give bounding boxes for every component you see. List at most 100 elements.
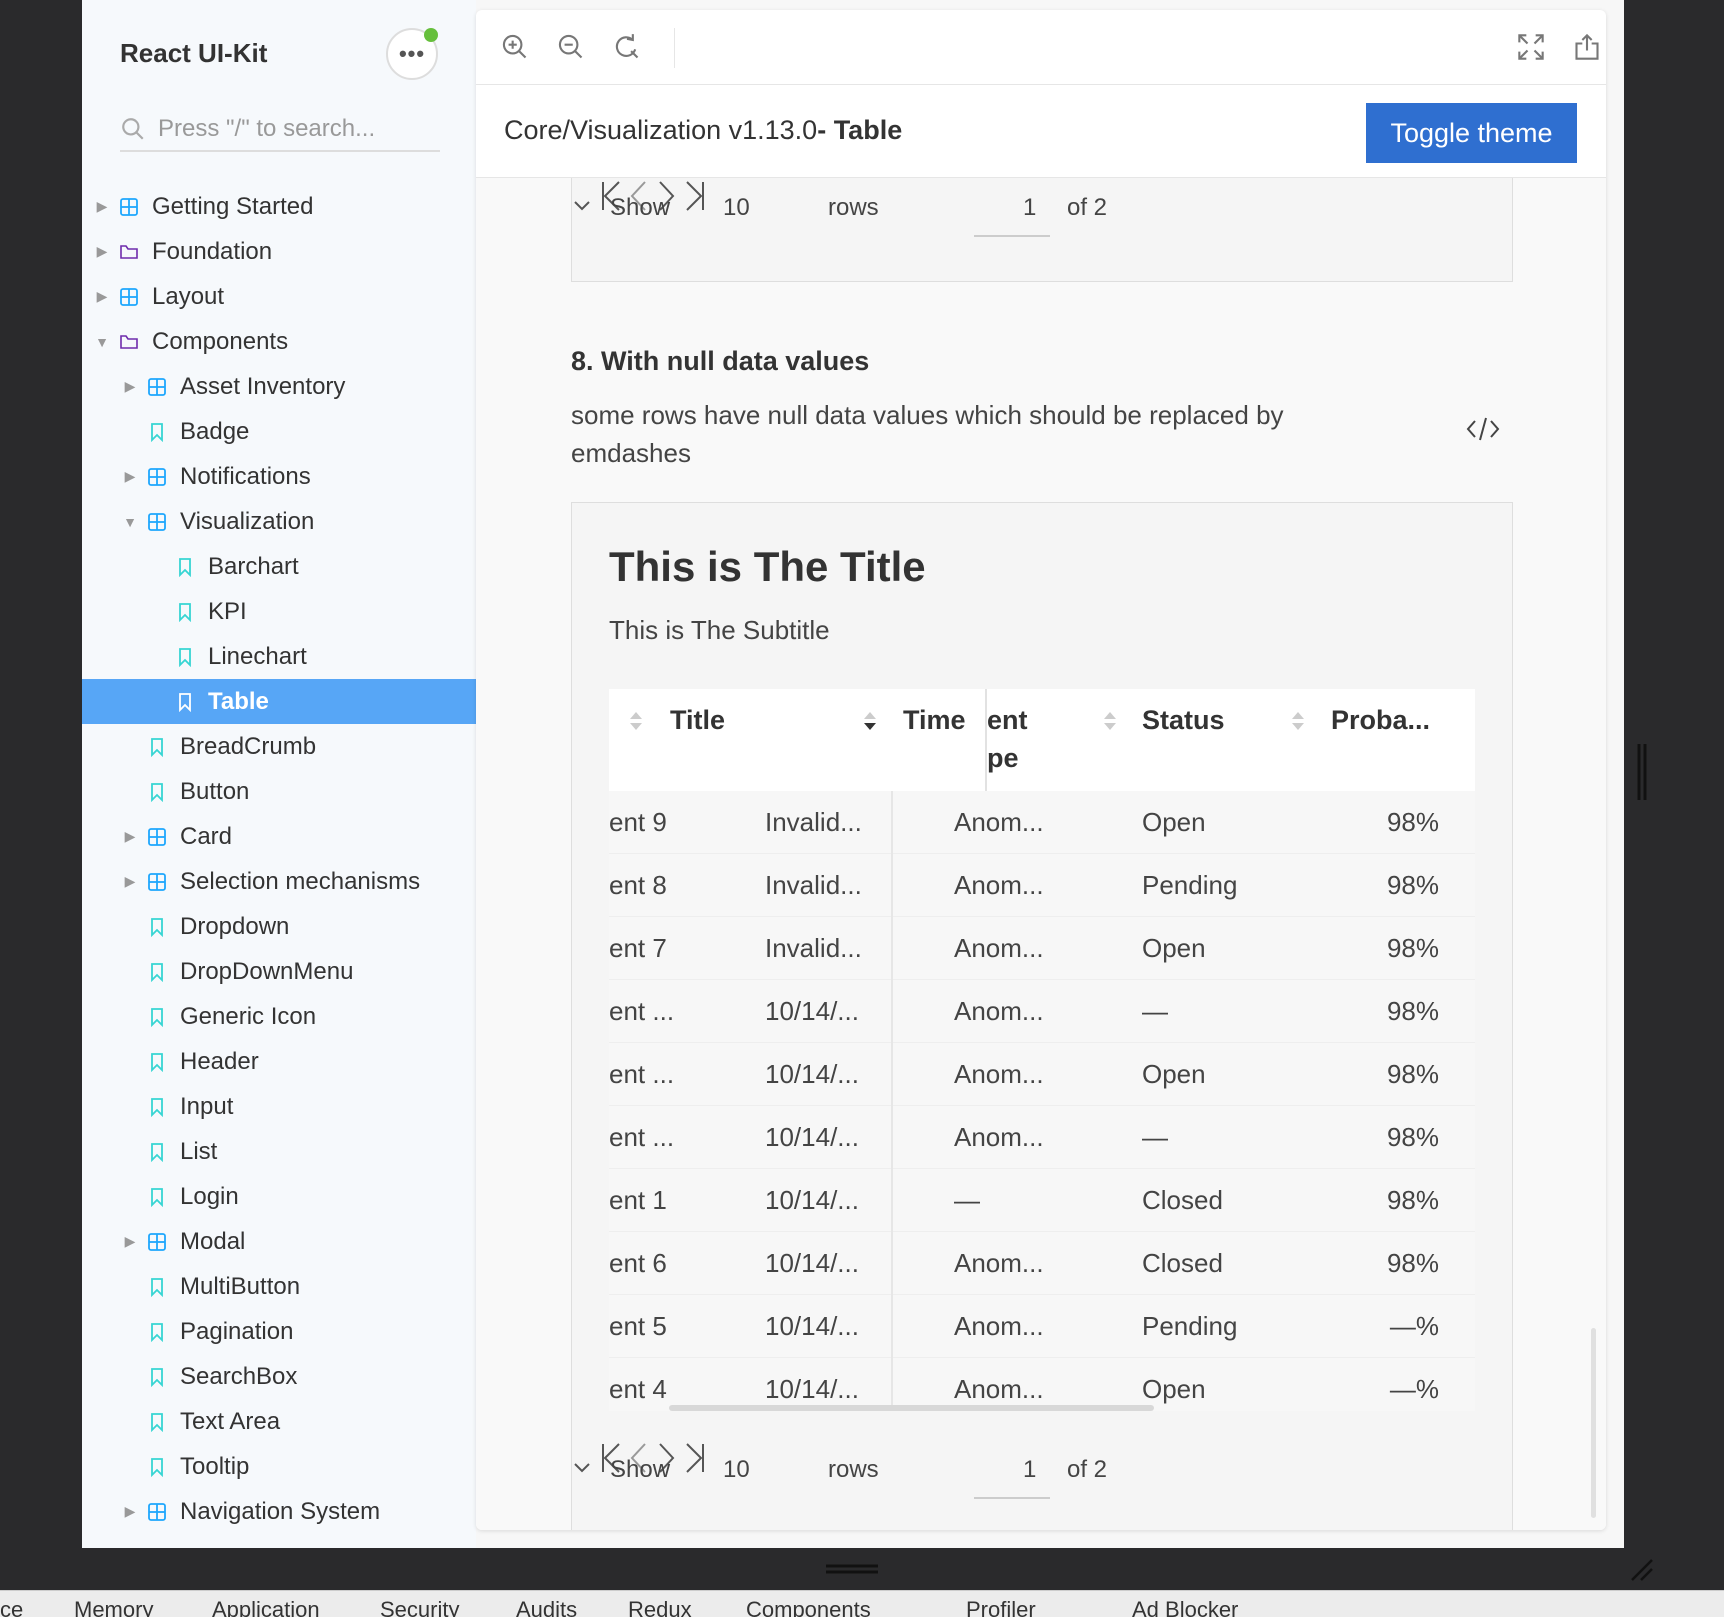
table-row[interactable]: ent 7 Invalid... Anom... Open 98% <box>609 917 1475 980</box>
sidebar-item-notifications[interactable]: ▶ Notifications <box>82 454 476 499</box>
zoom-in-icon[interactable] <box>500 32 530 62</box>
sidebar-item-navigation-system[interactable]: ▶ Navigation System <box>82 1489 476 1534</box>
sidebar-item-button[interactable]: Button <box>82 769 476 814</box>
sort-icon[interactable] <box>1291 709 1305 733</box>
sidebar-item-kpi[interactable]: KPI <box>82 589 476 634</box>
section-description: some rows have null data values which sh… <box>571 400 1284 468</box>
devtools-tab-audits[interactable]: Audits <box>516 1597 577 1617</box>
sidebar-item-multibutton[interactable]: MultiButton <box>82 1264 476 1309</box>
sidebar-item-components[interactable]: ▼ Components <box>82 319 476 364</box>
last-page-icon[interactable] <box>683 1441 707 1475</box>
search-box[interactable] <box>120 108 440 152</box>
sidebar-item-getting-started[interactable]: ▶ Getting Started <box>82 184 476 229</box>
devtools-tab-components[interactable]: Components <box>746 1597 871 1617</box>
zoom-out-icon[interactable] <box>556 32 586 62</box>
sort-icon[interactable] <box>1103 709 1117 733</box>
bookmark-icon <box>146 1321 168 1343</box>
caret-right-icon[interactable]: ▶ <box>122 1233 138 1250</box>
devtools-tab-profiler[interactable]: Profiler <box>966 1597 1036 1617</box>
column-header-probability[interactable]: Proba... <box>1331 705 1430 736</box>
panel-resize-handle[interactable] <box>826 1563 878 1575</box>
sidebar-menu-button[interactable]: ••• <box>386 28 438 80</box>
bookmark-icon <box>146 1096 168 1118</box>
table-row[interactable]: ent 9 Invalid... Anom... Open 98% <box>609 791 1475 854</box>
page-size-value[interactable]: 10 <box>723 1456 750 1484</box>
table-row[interactable]: ent ... 10/14/... Anom... Open 98% <box>609 1043 1475 1106</box>
brand-title[interactable]: React UI-Kit <box>120 38 267 69</box>
caret-right-icon[interactable]: ▶ <box>122 378 138 395</box>
devtools-tab-application[interactable]: Application <box>212 1597 320 1617</box>
caret-down-icon[interactable]: ▼ <box>122 514 138 530</box>
column-header-type[interactable]: ent <box>987 705 1028 736</box>
cell-type: Anom... <box>954 870 1044 900</box>
sidebar-item-badge[interactable]: Badge <box>82 409 476 454</box>
sidebar-item-header[interactable]: Header <box>82 1039 476 1084</box>
page-number[interactable]: 1 <box>1023 1456 1036 1484</box>
table-row[interactable]: ent ... 10/14/... Anom... — 98% <box>609 1106 1475 1169</box>
sidebar-item-linechart[interactable]: Linechart <box>82 634 476 679</box>
column-header-title[interactable]: Title <box>670 705 725 736</box>
sidebar-item-input[interactable]: Input <box>82 1084 476 1129</box>
table-row[interactable]: ent 5 10/14/... Anom... Pending —% <box>609 1295 1475 1358</box>
share-icon[interactable] <box>1572 32 1602 62</box>
table-row[interactable]: ent 4 10/14/... Anom... Open —% <box>609 1358 1475 1411</box>
side-resize-handle[interactable] <box>1636 744 1648 800</box>
devtools-tab-security[interactable]: Security <box>380 1597 459 1617</box>
page-number[interactable]: 1 <box>1023 194 1036 222</box>
devtools-tab-ad-blocker[interactable]: Ad Blocker <box>1132 1597 1238 1617</box>
sidebar-item-asset-inventory[interactable]: ▶ Asset Inventory <box>82 364 476 409</box>
component-icon <box>146 826 168 848</box>
caret-right-icon[interactable]: ▶ <box>94 198 110 215</box>
horizontal-scrollbar[interactable] <box>669 1405 1154 1411</box>
search-input[interactable] <box>158 115 428 143</box>
sidebar-item-selection-mechanisms[interactable]: ▶ Selection mechanisms <box>82 859 476 904</box>
column-header-time[interactable]: Time <box>903 705 966 736</box>
sort-icon[interactable] <box>629 709 643 733</box>
sort-desc-icon[interactable] <box>863 709 877 733</box>
sidebar-item-table[interactable]: Table <box>82 679 476 724</box>
table-row[interactable]: ent ... 10/14/... Anom... — 98% <box>609 980 1475 1043</box>
caret-right-icon[interactable]: ▶ <box>122 468 138 485</box>
caret-right-icon[interactable]: ▶ <box>122 1503 138 1520</box>
vertical-scrollbar[interactable] <box>1591 1328 1596 1518</box>
sidebar-item-text-area[interactable]: Text Area <box>82 1399 476 1444</box>
caret-right-icon[interactable]: ▶ <box>94 288 110 305</box>
resize-corner-icon[interactable] <box>1628 1556 1654 1582</box>
table-row[interactable]: ent 6 10/14/... Anom... Closed 98% <box>609 1232 1475 1295</box>
chevron-down-icon[interactable] <box>572 1461 592 1475</box>
fullscreen-icon[interactable] <box>1516 32 1546 62</box>
sidebar-item-card[interactable]: ▶ Card <box>82 814 476 859</box>
sidebar-item-generic-icon[interactable]: Generic Icon <box>82 994 476 1039</box>
sidebar-item-foundation[interactable]: ▶ Foundation <box>82 229 476 274</box>
caret-right-icon[interactable]: ▶ <box>122 873 138 890</box>
sidebar-item-breadcrumb[interactable]: BreadCrumb <box>82 724 476 769</box>
sidebar-item-tooltip[interactable]: Tooltip <box>82 1444 476 1489</box>
table-row[interactable]: ent 8 Invalid... Anom... Pending 98% <box>609 854 1475 917</box>
devtools-tab-ce[interactable]: ce <box>0 1597 23 1617</box>
sidebar-item-dropdownmenu[interactable]: DropDownMenu <box>82 949 476 994</box>
sidebar-item-barchart[interactable]: Barchart <box>82 544 476 589</box>
caret-down-icon[interactable]: ▼ <box>94 334 110 350</box>
sidebar-item-layout[interactable]: ▶ Layout <box>82 274 476 319</box>
table-row[interactable]: ent 1 10/14/... — Closed 98% <box>609 1169 1475 1232</box>
sidebar-item-searchbox[interactable]: SearchBox <box>82 1354 476 1399</box>
toggle-theme-button[interactable]: Toggle theme <box>1366 103 1577 163</box>
column-header-status[interactable]: Status <box>1142 705 1225 736</box>
sidebar-item-pagination[interactable]: Pagination <box>82 1309 476 1354</box>
page-size-value[interactable]: 10 <box>723 194 750 222</box>
sidebar-item-list[interactable]: List <box>82 1129 476 1174</box>
cell-probability: 98% <box>1386 1059 1439 1089</box>
caret-right-icon[interactable]: ▶ <box>94 243 110 260</box>
code-icon[interactable] <box>1466 415 1500 443</box>
caret-right-icon[interactable]: ▶ <box>122 828 138 845</box>
reset-zoom-icon[interactable] <box>612 32 642 62</box>
sidebar-item-modal[interactable]: ▶ Modal <box>82 1219 476 1264</box>
last-page-icon[interactable] <box>683 179 707 213</box>
sidebar-item-visualization[interactable]: ▼ Visualization <box>82 499 476 544</box>
devtools-tab-redux[interactable]: Redux <box>628 1597 692 1617</box>
devtools-tab-memory[interactable]: Memory <box>74 1597 153 1617</box>
story-title: Core/Visualization v1.13.0- Table <box>504 115 902 146</box>
sidebar-item-dropdown[interactable]: Dropdown <box>82 904 476 949</box>
sidebar-item-login[interactable]: Login <box>82 1174 476 1219</box>
chevron-down-icon[interactable] <box>572 199 592 213</box>
